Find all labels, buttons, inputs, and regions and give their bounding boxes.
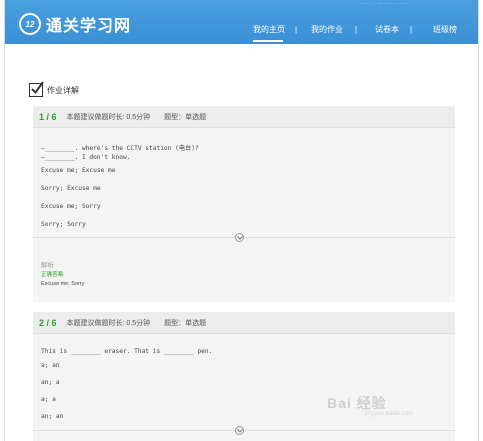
nav-separator: | (410, 24, 413, 34)
question-text: —________. where's the CCTV station (电台)… (41, 145, 199, 152)
site-header: · ··· · ··· · ··· · ··· 12 通关学习网 我的主页 | … (5, 0, 478, 44)
chevron-down-icon[interactable] (235, 426, 244, 435)
analysis-label: 解析 (41, 262, 54, 269)
suggested-time: 本题建议做题时长: 0.5分钟 (66, 113, 151, 121)
correct-answer: Excuse me; Sorry (41, 281, 85, 287)
nav-separator: | (295, 24, 298, 34)
question-number: 1 / 6 (39, 111, 57, 122)
site-logo[interactable]: 12 通关学习网 (19, 12, 131, 36)
nav-class-rank[interactable]: 班级榜 (433, 24, 457, 35)
checkbox-icon (29, 81, 44, 97)
option[interactable]: an; a (41, 379, 60, 386)
suggested-time: 本题建议做题时长: 0.5分钟 (66, 319, 151, 327)
question-header: 1 / 6 本题建议做题时长: 0.5分钟 题型：单选题 (33, 106, 455, 128)
watermark-logo: Bai 经验 (327, 395, 387, 411)
section-heading: 作业详解 (29, 81, 79, 97)
top-links[interactable]: · ··· · ··· · ··· · ··· (360, 1, 408, 7)
option[interactable]: a; an (41, 362, 60, 369)
question-header: 2 / 6 本题建议做题时长: 0.5分钟 题型：单选题 (33, 312, 455, 334)
question-number: 2 / 6 (39, 317, 57, 328)
divider (33, 430, 455, 431)
option[interactable]: an; an (41, 413, 63, 420)
question-card: 2 / 6 本题建议做题时长: 0.5分钟 题型：单选题 This is ___… (33, 312, 455, 441)
nav-my-home[interactable]: 我的主页 (253, 24, 285, 35)
nav-test-book[interactable]: 试卷本 (375, 24, 399, 35)
nav-separator: | (355, 24, 358, 34)
option[interactable]: Sorry; Sorry (41, 221, 86, 228)
question-text: This is ________ eraser. That is _______… (41, 348, 213, 355)
correct-answer-label: 正确答案: (41, 272, 65, 278)
question-card: 1 / 6 本题建议做题时长: 0.5分钟 题型：单选题 —________. … (33, 106, 455, 302)
divider (33, 237, 455, 238)
option[interactable]: a; a (41, 396, 56, 403)
site-name: 通关学习网 (46, 18, 132, 35)
question-type: 题型：单选题 (164, 113, 207, 121)
watermark-url: jingyan.baidu.com (365, 411, 414, 417)
question-text: —________. I don't know. (41, 154, 131, 161)
section-title: 作业详解 (47, 85, 79, 95)
option[interactable]: Excuse me; Sorry (41, 203, 101, 210)
nav-active-indicator (253, 40, 283, 42)
chevron-down-icon[interactable] (235, 233, 244, 242)
option[interactable]: Excuse me; Excuse me (41, 167, 116, 174)
logo-badge-icon: 12 (19, 13, 41, 35)
nav-my-homework[interactable]: 我的作业 (311, 24, 343, 35)
page-frame: · ··· · ··· · ··· · ··· 12 通关学习网 我的主页 | … (4, 0, 479, 441)
option[interactable]: Sorry; Excuse me (41, 185, 101, 192)
question-type: 题型：单选题 (164, 319, 207, 327)
